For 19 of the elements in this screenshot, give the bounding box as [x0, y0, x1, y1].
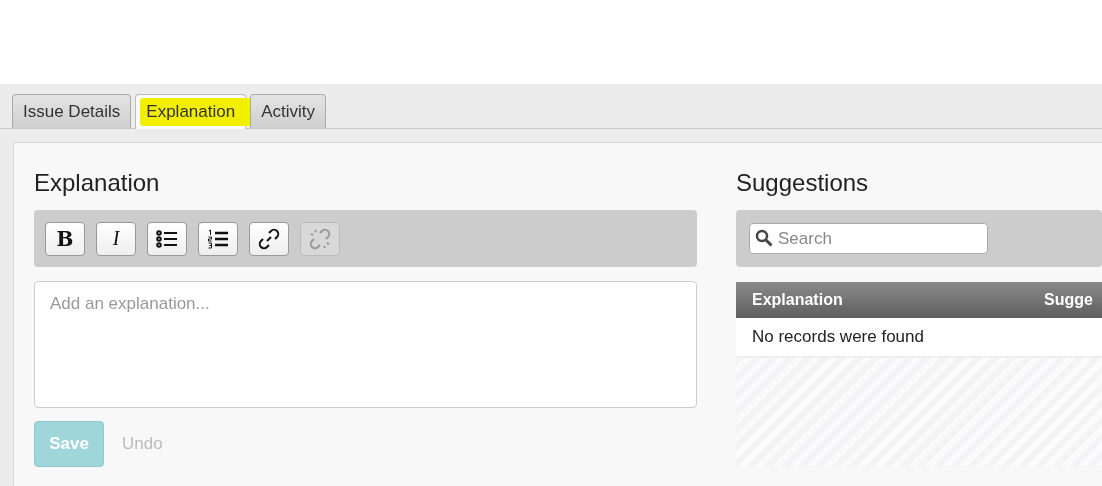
broken-link-icon [309, 227, 331, 250]
numbers-button[interactable] [198, 221, 238, 256]
tab[interactable]: Issue Details [12, 94, 132, 128]
search-field[interactable]: Search [749, 223, 988, 254]
tab[interactable]: Activity [250, 94, 326, 128]
italic-button[interactable]: I [96, 221, 136, 256]
column-header[interactable]: Sugge [1044, 291, 1102, 309]
bold-button[interactable]: B [45, 221, 85, 256]
bullets-button[interactable] [147, 221, 187, 256]
tab[interactable]: Explanation [135, 94, 247, 129]
empty-message: No records were found [736, 318, 1102, 358]
section-title: Explanation [34, 168, 161, 198]
bullet-list-icon [156, 228, 178, 249]
section-title: Suggestions [736, 168, 870, 198]
column-header[interactable]: Explanation [752, 291, 1044, 309]
numbered-list-icon [207, 228, 229, 249]
link-button[interactable] [249, 221, 289, 256]
link-icon [258, 227, 280, 250]
explanation-field[interactable]: Add an explanation... [34, 281, 697, 408]
